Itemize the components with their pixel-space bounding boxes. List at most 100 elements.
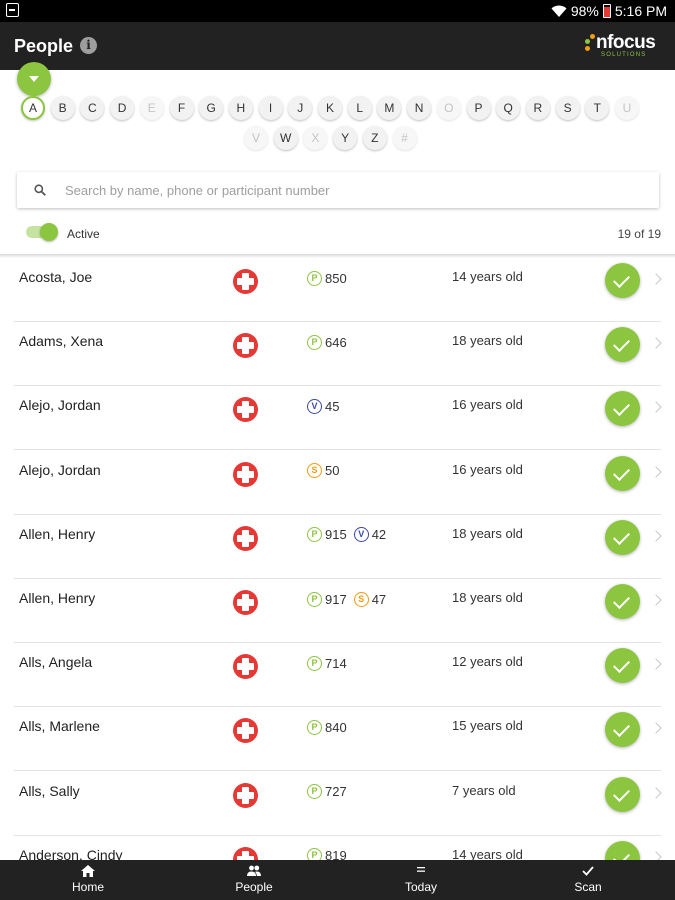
alphabet-letter[interactable]: P [466, 96, 491, 120]
nav-label: People [235, 880, 273, 894]
person-age: 16 years old [452, 397, 523, 413]
medical-alert-icon[interactable] [233, 333, 258, 359]
chevron-right-icon[interactable] [650, 594, 662, 606]
id-type-badge-icon: S [307, 463, 322, 479]
chevron-right-icon[interactable] [650, 722, 662, 735]
nfocus-logo: nfocus SOLUTIONS [585, 30, 661, 62]
medical-alert-icon[interactable] [233, 782, 258, 808]
alphabet-letter[interactable]: H [228, 96, 253, 120]
alphabet-letter[interactable]: G [199, 96, 224, 120]
alphabet-letter[interactable]: K [318, 96, 342, 120]
alphabet-letter[interactable]: N [407, 96, 432, 120]
medical-alert-icon[interactable] [233, 654, 258, 680]
alphabet-letter[interactable]: R [525, 96, 550, 120]
alphabet-letter[interactable]: B [50, 96, 75, 120]
participant-ids: P 915 V 42 [307, 526, 393, 544]
alphabet-letter[interactable]: L [347, 96, 372, 120]
alphabet-letter: E [139, 96, 164, 120]
nav-home[interactable]: Home [18, 860, 158, 900]
alphabet-letter[interactable]: F [169, 96, 194, 120]
person-row[interactable]: Alls, Marlene P 840 15 years old [0, 707, 675, 772]
id-type-badge-icon: P [307, 848, 322, 860]
medical-alert-icon[interactable] [233, 525, 258, 551]
person-row[interactable]: Alls, Sally P 727 7 years old [0, 772, 675, 836]
check-in-button[interactable] [605, 327, 640, 363]
medical-alert-icon[interactable] [233, 846, 258, 860]
search-input[interactable] [65, 180, 625, 200]
alphabet-letter[interactable]: Z [362, 126, 387, 150]
alphabet-letter[interactable]: Y [333, 126, 358, 150]
chevron-right-icon[interactable] [650, 401, 662, 414]
person-row[interactable]: Acosta, Joe P 850 14 years old [0, 258, 675, 322]
participant-ids: P 819 [307, 847, 354, 860]
id-type-badge-icon: P [307, 784, 322, 800]
chevron-right-icon[interactable] [650, 786, 662, 799]
info-icon[interactable]: i [80, 37, 97, 54]
chevron-right-icon[interactable] [650, 658, 662, 670]
active-toggle[interactable] [26, 223, 58, 241]
participant-ids: P 840 [307, 718, 354, 736]
people-list: Acosta, Joe P 850 14 years old Adams, Xena P 6… [0, 258, 675, 860]
chevron-right-icon[interactable] [650, 851, 662, 860]
filter-dropdown-button[interactable] [17, 62, 51, 96]
person-row[interactable]: Alls, Angela P 714 12 years old [0, 643, 675, 708]
wifi-icon [551, 4, 567, 18]
check-in-button[interactable] [605, 519, 640, 555]
participant-ids: P 727 [307, 783, 354, 801]
person-row[interactable]: Alejo, Jordan S 50 16 years old [0, 451, 675, 515]
alphabet-letter[interactable]: T [585, 96, 610, 120]
home-icon [81, 864, 95, 877]
search-bar [17, 172, 659, 208]
person-row[interactable]: Alejo, Jordan V 45 16 years old [0, 386, 675, 451]
alphabet-letter[interactable]: W [273, 126, 298, 150]
id-type-badge-icon: P [307, 527, 322, 543]
person-row[interactable]: Adams, Xena P 646 18 years old [0, 322, 675, 387]
chevron-right-icon[interactable] [650, 530, 662, 542]
medical-alert-icon[interactable] [233, 461, 258, 487]
alphabet-letter[interactable]: I [258, 96, 283, 120]
person-row[interactable]: Anderson, Cindy P 819 14 years old [0, 836, 675, 860]
check-in-button[interactable] [605, 584, 640, 619]
check-in-button[interactable] [605, 712, 640, 748]
participant-number: 45 [325, 398, 340, 414]
medical-alert-icon[interactable] [233, 397, 258, 423]
medical-alert-icon[interactable] [233, 590, 258, 615]
check-in-button[interactable] [605, 391, 640, 427]
alphabet-letter[interactable]: M [377, 96, 402, 120]
person-age: 18 years old [452, 333, 523, 349]
check-in-button[interactable] [605, 263, 640, 298]
medical-alert-icon[interactable] [233, 718, 258, 744]
alphabet-letter[interactable]: C [80, 96, 105, 120]
person-name: Adams, Xena [19, 333, 104, 350]
nav-people[interactable]: People [184, 860, 324, 900]
chevron-right-icon[interactable] [650, 465, 662, 478]
check-in-button[interactable] [605, 840, 640, 860]
alphabet-letter[interactable]: D [110, 96, 135, 120]
chevron-right-icon[interactable] [650, 273, 662, 285]
alphabet-letter[interactable]: S [555, 96, 580, 120]
alphabet-letter[interactable]: Q [496, 96, 521, 120]
chevron-right-icon[interactable] [650, 337, 662, 349]
check-in-button[interactable] [605, 455, 640, 491]
id-type-badge-icon: P [307, 655, 322, 671]
alphabet-letter[interactable]: A [21, 96, 45, 120]
check-in-button[interactable] [605, 776, 640, 812]
check-in-button[interactable] [605, 648, 640, 684]
person-row[interactable]: Allen, Henry P 915 V 42 18 years old [0, 515, 675, 579]
person-age: 15 years old [452, 718, 523, 734]
person-name: Alls, Marlene [19, 718, 100, 735]
result-count: 19 of 19 [617, 227, 661, 241]
medical-alert-icon[interactable] [233, 269, 258, 294]
notification-icon [6, 3, 19, 17]
person-row[interactable]: Allen, Henry P 917 S 47 18 years old [0, 579, 675, 643]
bottom-nav: Home People Today Scan [0, 860, 675, 900]
participant-ids: P 917 S 47 [307, 590, 393, 608]
nav-scan[interactable]: Scan [518, 860, 658, 900]
alphabet-letter: V [244, 126, 268, 150]
logo-subtext: SOLUTIONS [601, 52, 647, 58]
id-type-badge-icon: V [353, 527, 369, 543]
nav-today[interactable]: Today [351, 860, 491, 900]
alphabet-letter[interactable]: J [288, 96, 313, 120]
participant-number: 915 [325, 527, 347, 543]
alphabet-letter: X [303, 126, 328, 150]
